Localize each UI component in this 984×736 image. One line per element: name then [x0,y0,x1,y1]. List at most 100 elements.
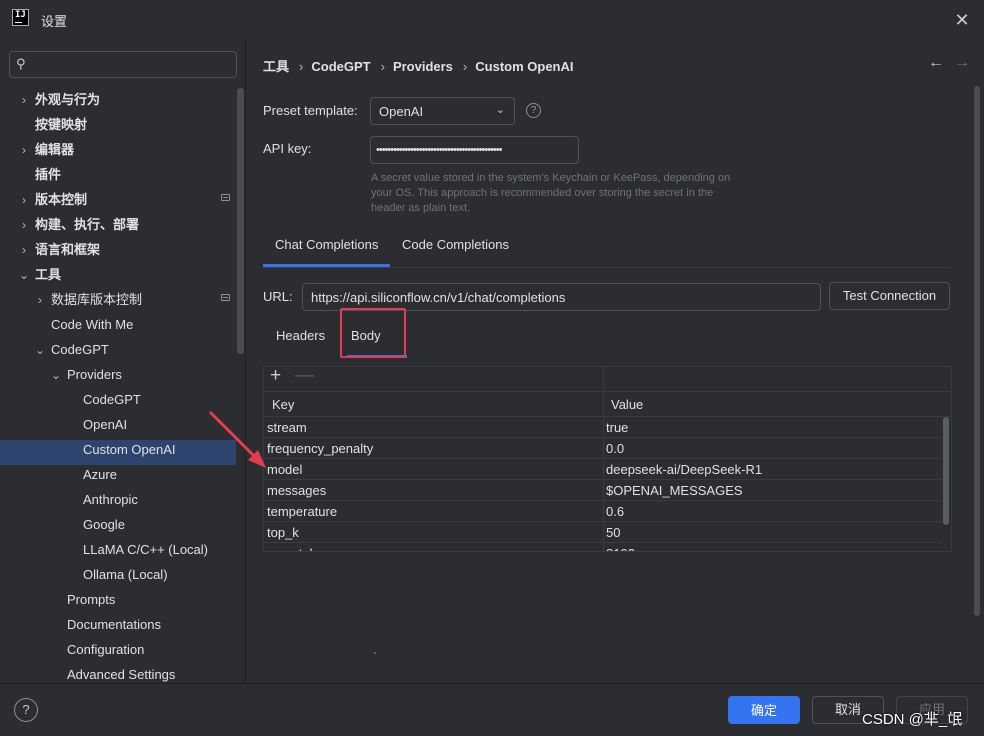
tab-headers[interactable]: Headers [276,328,325,343]
cell-key[interactable]: stream [267,420,307,435]
back-arrow-icon[interactable]: ← [928,54,944,72]
sidebar-item-label: Ollama (Local) [83,567,168,582]
sidebar-item[interactable]: 插件 [0,165,236,190]
chevron-right-icon[interactable]: › [18,190,30,210]
window-title: 设置 [41,14,68,29]
chevron-right-icon[interactable]: › [18,90,30,110]
sidebar-item-label: 按键映射 [35,117,88,132]
add-icon[interactable]: + [270,367,281,387]
cell-value[interactable]: 50 [606,525,620,540]
body-params-table: + — Key Value stream true frequency_penalt… [263,366,952,552]
cell-key[interactable]: temperature [267,504,337,519]
sidebar-item[interactable]: LLaMA C/C++ (Local) [0,540,236,565]
url-field[interactable]: https://api.siliconflow.cn/v1/chat/compl… [302,283,821,311]
chevron-right-icon[interactable]: › [18,215,30,235]
search-input[interactable]: ⚲ [9,51,237,78]
sidebar-item[interactable]: › 编辑器 [0,140,236,165]
table-row[interactable]: messages $OPENAI_MESSAGES [264,480,942,501]
help-button[interactable]: ? [14,698,38,722]
chevron-right-icon[interactable]: › [18,140,30,160]
breadcrumb-separator: › [380,59,385,74]
cell-value[interactable]: 0.0 [606,441,624,456]
breadcrumb-item-codegpt[interactable]: CodeGPT [311,59,370,74]
cell-value[interactable]: deepseek-ai/DeepSeek-R1 [606,462,762,477]
sidebar-item[interactable]: › 外观与行为 [0,90,236,115]
url-label: URL: [263,289,293,304]
sidebar-item-label: Code With Me [51,317,134,332]
sidebar-item[interactable]: Configuration [0,640,236,665]
table-row[interactable]: frequency_penalty 0.0 [264,438,942,459]
sidebar-item-label: 编辑器 [35,142,75,157]
sidebar-item[interactable]: ⌄ 工具 [0,265,236,290]
forward-arrow-icon[interactable]: → [954,54,970,72]
chevron-right-icon[interactable]: › [34,290,46,310]
ok-button[interactable]: 确定 [728,696,800,724]
sidebar-item[interactable]: › 语言和框架 [0,240,236,265]
remove-icon[interactable]: — [295,367,314,387]
sidebar-item[interactable]: 按键映射 [0,115,236,140]
sidebar-item-label: LLaMA C/C++ (Local) [83,542,209,557]
table-header: Key Value [264,392,951,417]
completion-tabs: Chat Completions Code Completions [263,228,951,268]
settings-tree: › 外观与行为 按键映射 › 编辑器 插件 › 版本控制 › 构建、执行、部署 › 语言和框架 ⌄ 工具 ›… [0,90,236,690]
sidebar-item[interactable]: › 构建、执行、部署 [0,215,236,240]
preset-template-label: Preset template: [263,103,358,118]
preset-template-select[interactable]: OpenAI ⌄ [370,97,515,125]
sidebar-item-label: Documentations [67,617,161,632]
sidebar-item[interactable]: Code With Me [0,315,236,340]
annotation-highlight-box [340,308,406,358]
sidebar-item[interactable]: ⌄ CodeGPT [0,340,236,365]
active-tab-indicator [263,264,390,267]
sidebar-scrollbar[interactable] [237,88,244,354]
column-header-key[interactable]: Key [272,397,294,412]
table-scrollbar[interactable] [943,417,949,525]
table-row[interactable]: temperature 0.6 [264,501,942,522]
cell-value[interactable]: 8192 [606,546,635,551]
cell-key[interactable]: frequency_penalty [267,441,373,456]
sidebar-item[interactable]: › 版本控制 [0,190,236,215]
table-row[interactable]: model deepseek-ai/DeepSeek-R1 [264,459,942,480]
main-scrollbar[interactable] [974,86,980,616]
project-level-icon [221,194,230,201]
cell-value[interactable]: 0.6 [606,504,624,519]
sidebar-item[interactable]: ⌄ Providers [0,365,236,390]
chevron-right-icon[interactable]: › [18,240,30,260]
chevron-down-icon[interactable]: ⌄ [18,265,30,285]
sidebar-item[interactable]: Google [0,515,236,540]
cell-key[interactable]: model [267,462,302,477]
title-bar: IJ 设置 ✕ [0,0,984,40]
sidebar-item[interactable]: Prompts [0,590,236,615]
sidebar-item[interactable]: › 数据库版本控制 [0,290,236,315]
table-row[interactable]: max_tokens 8192 [264,543,942,551]
close-icon[interactable]: ✕ [950,8,974,32]
tab-code-completions[interactable]: Code Completions [402,237,509,252]
tab-chat-completions[interactable]: Chat Completions [275,237,378,252]
test-connection-button[interactable]: Test Connection [829,282,950,310]
chevron-down-icon[interactable]: ⌄ [34,340,46,360]
breadcrumb-item-custom-openai: Custom OpenAI [475,59,574,74]
sidebar-item[interactable]: Anthropic [0,490,236,515]
cell-value[interactable]: true [606,420,628,435]
sidebar-item-label: Advanced Settings [67,667,176,682]
cell-value[interactable]: $OPENAI_MESSAGES [606,483,743,498]
chevron-down-icon[interactable]: ⌄ [50,365,62,385]
sidebar-item[interactable]: Documentations [0,615,236,640]
api-key-field[interactable]: ••••••••••••••••••••••••••••••••••••••••… [370,136,579,164]
table-body: stream true frequency_penalty 0.0 model deeps… [264,417,942,551]
help-icon[interactable]: ? [526,103,541,118]
sidebar-item[interactable]: Ollama (Local) [0,565,236,590]
sidebar-item-label: Azure [83,467,117,482]
project-level-icon [221,294,230,301]
sidebar-item-label: Anthropic [83,492,138,507]
breadcrumb-item-tools[interactable]: 工具 [263,59,289,74]
search-icon: ⚲ [16,56,26,71]
column-header-value[interactable]: Value [611,397,643,412]
sidebar-item-label: CodeGPT [51,342,109,357]
table-row[interactable]: top_k 50 [264,522,942,543]
cell-key[interactable]: messages [267,483,326,498]
table-row[interactable]: stream true [264,417,942,438]
cell-key[interactable]: top_k [267,525,299,540]
breadcrumb-item-providers[interactable]: Providers [393,59,453,74]
sidebar-item-label: Configuration [67,642,145,657]
cell-key[interactable]: max_tokens [267,546,337,551]
